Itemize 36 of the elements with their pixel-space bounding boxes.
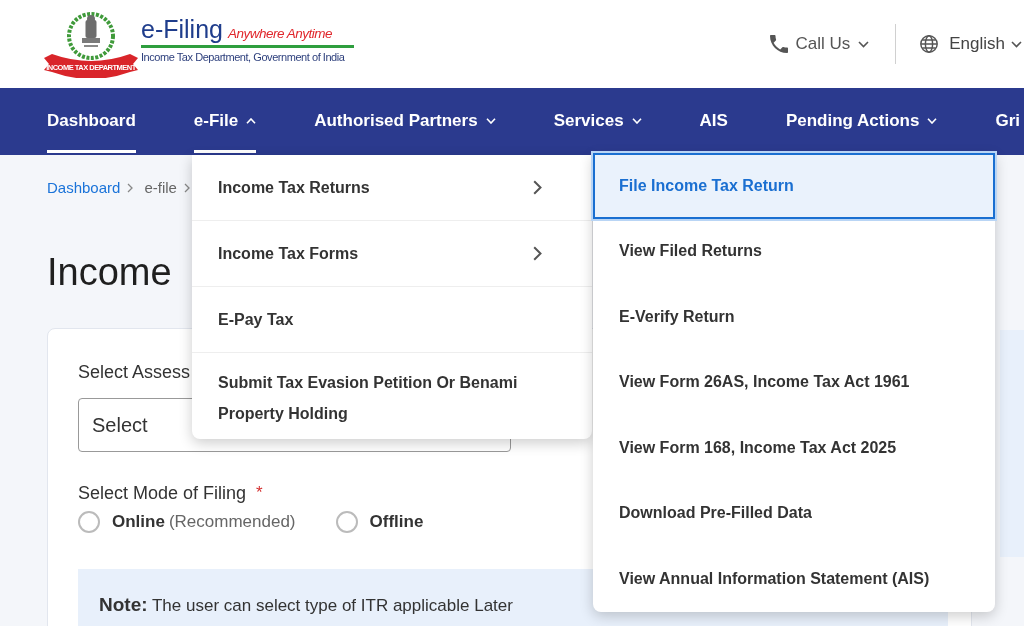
chevron-right-icon	[127, 182, 134, 193]
language-dropdown[interactable]: English	[920, 34, 1022, 54]
chevron-right-icon	[183, 182, 190, 193]
brand-tagline: Anywhere Anytime	[228, 26, 333, 41]
brand-subtitle: Income Tax Department, Government of India	[141, 50, 346, 64]
page-title: Income	[47, 250, 172, 294]
menu-item[interactable]: E-Pay Tax	[192, 287, 592, 353]
radio-option[interactable]: Offline	[335, 511, 424, 533]
breadcrumb-item: e-file	[144, 179, 177, 196]
nav-item[interactable]: Services	[553, 88, 642, 153]
required-mark: *	[256, 483, 263, 503]
nav-item[interactable]: Dashboard	[47, 88, 136, 153]
nav-item[interactable]: Pending Actions	[785, 88, 938, 153]
chevron-right-icon	[533, 246, 542, 261]
submenu-item[interactable]: E-Verify Return	[593, 284, 995, 350]
field-label: Select Mode of Filing	[78, 483, 247, 503]
radio-option[interactable]: Online (Recommended)	[78, 511, 296, 533]
globe-icon	[920, 35, 939, 53]
breadcrumb-link[interactable]: Dashboard	[47, 179, 121, 196]
brand-title: e-Filing	[141, 16, 223, 42]
nav-item[interactable]: Authorised Partners	[314, 88, 496, 153]
submenu-item[interactable]: View Filed Returns	[593, 218, 995, 284]
nav-item[interactable]: AIS	[699, 88, 728, 153]
nav-item[interactable]: Gri	[995, 88, 1020, 153]
submenu-item[interactable]: View Form 26AS, Income Tax Act 1961	[593, 349, 995, 415]
submenu-item[interactable]: Download Pre-Filled Data	[593, 480, 995, 546]
submenu-item[interactable]: File Income Tax Return	[593, 153, 995, 219]
caret-down-icon	[858, 40, 870, 48]
menu-item[interactable]: Submit Tax Evasion Petition Or Benami Property Holding	[192, 353, 592, 439]
field-label: Select Assess	[78, 362, 191, 382]
chevron-right-icon	[533, 180, 542, 195]
menu-item[interactable]: Income Tax Forms	[192, 221, 592, 287]
caret-down-icon	[1011, 40, 1022, 48]
submenu-item[interactable]: View Form 168, Income Tax Act 2025	[593, 415, 995, 481]
phone-icon	[770, 35, 789, 53]
contact-dropdown[interactable]: Call Us	[770, 34, 870, 54]
